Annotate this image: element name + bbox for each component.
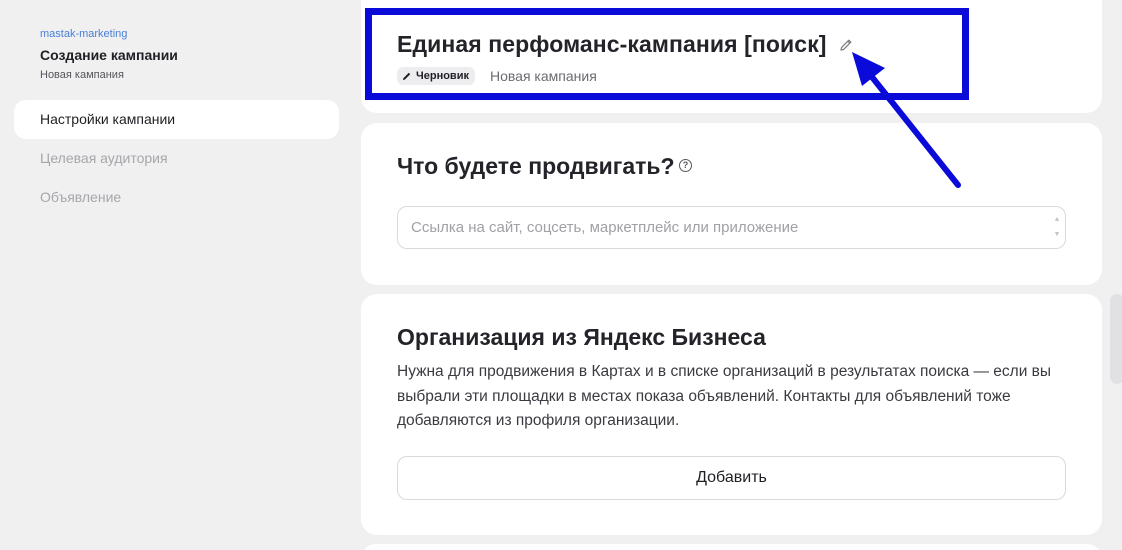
add-organization-button[interactable]: Добавить [397, 456, 1066, 500]
organization-description: Нужна для продвижения в Картах и в списк… [397, 363, 1052, 429]
next-card [361, 544, 1102, 550]
stepper-icon[interactable]: ▲ ▼ [1052, 212, 1062, 242]
annotation-arrow-icon [852, 52, 961, 188]
account-name[interactable]: mastak-marketing [40, 28, 127, 40]
question-icon[interactable]: ? [679, 159, 692, 172]
sidebar-item-campaign-settings[interactable]: Настройки кампании [14, 100, 339, 139]
promote-heading: Что будете продвигать? [397, 153, 675, 179]
organization-heading: Организация из Яндекс Бизнеса [397, 324, 766, 350]
sidebar-item-target-audience[interactable]: Целевая аудитория [14, 139, 339, 178]
promote-card [361, 123, 1102, 285]
sidebar: mastak-marketing Создание кампании Новая… [0, 0, 350, 550]
promote-url-input[interactable] [397, 206, 1066, 249]
sidebar-item-ad[interactable]: Объявление [14, 178, 339, 217]
page-title: Создание кампании [40, 47, 178, 63]
page-subtitle: Новая кампания [40, 69, 124, 81]
scrollbar-thumb[interactable] [1110, 294, 1122, 384]
